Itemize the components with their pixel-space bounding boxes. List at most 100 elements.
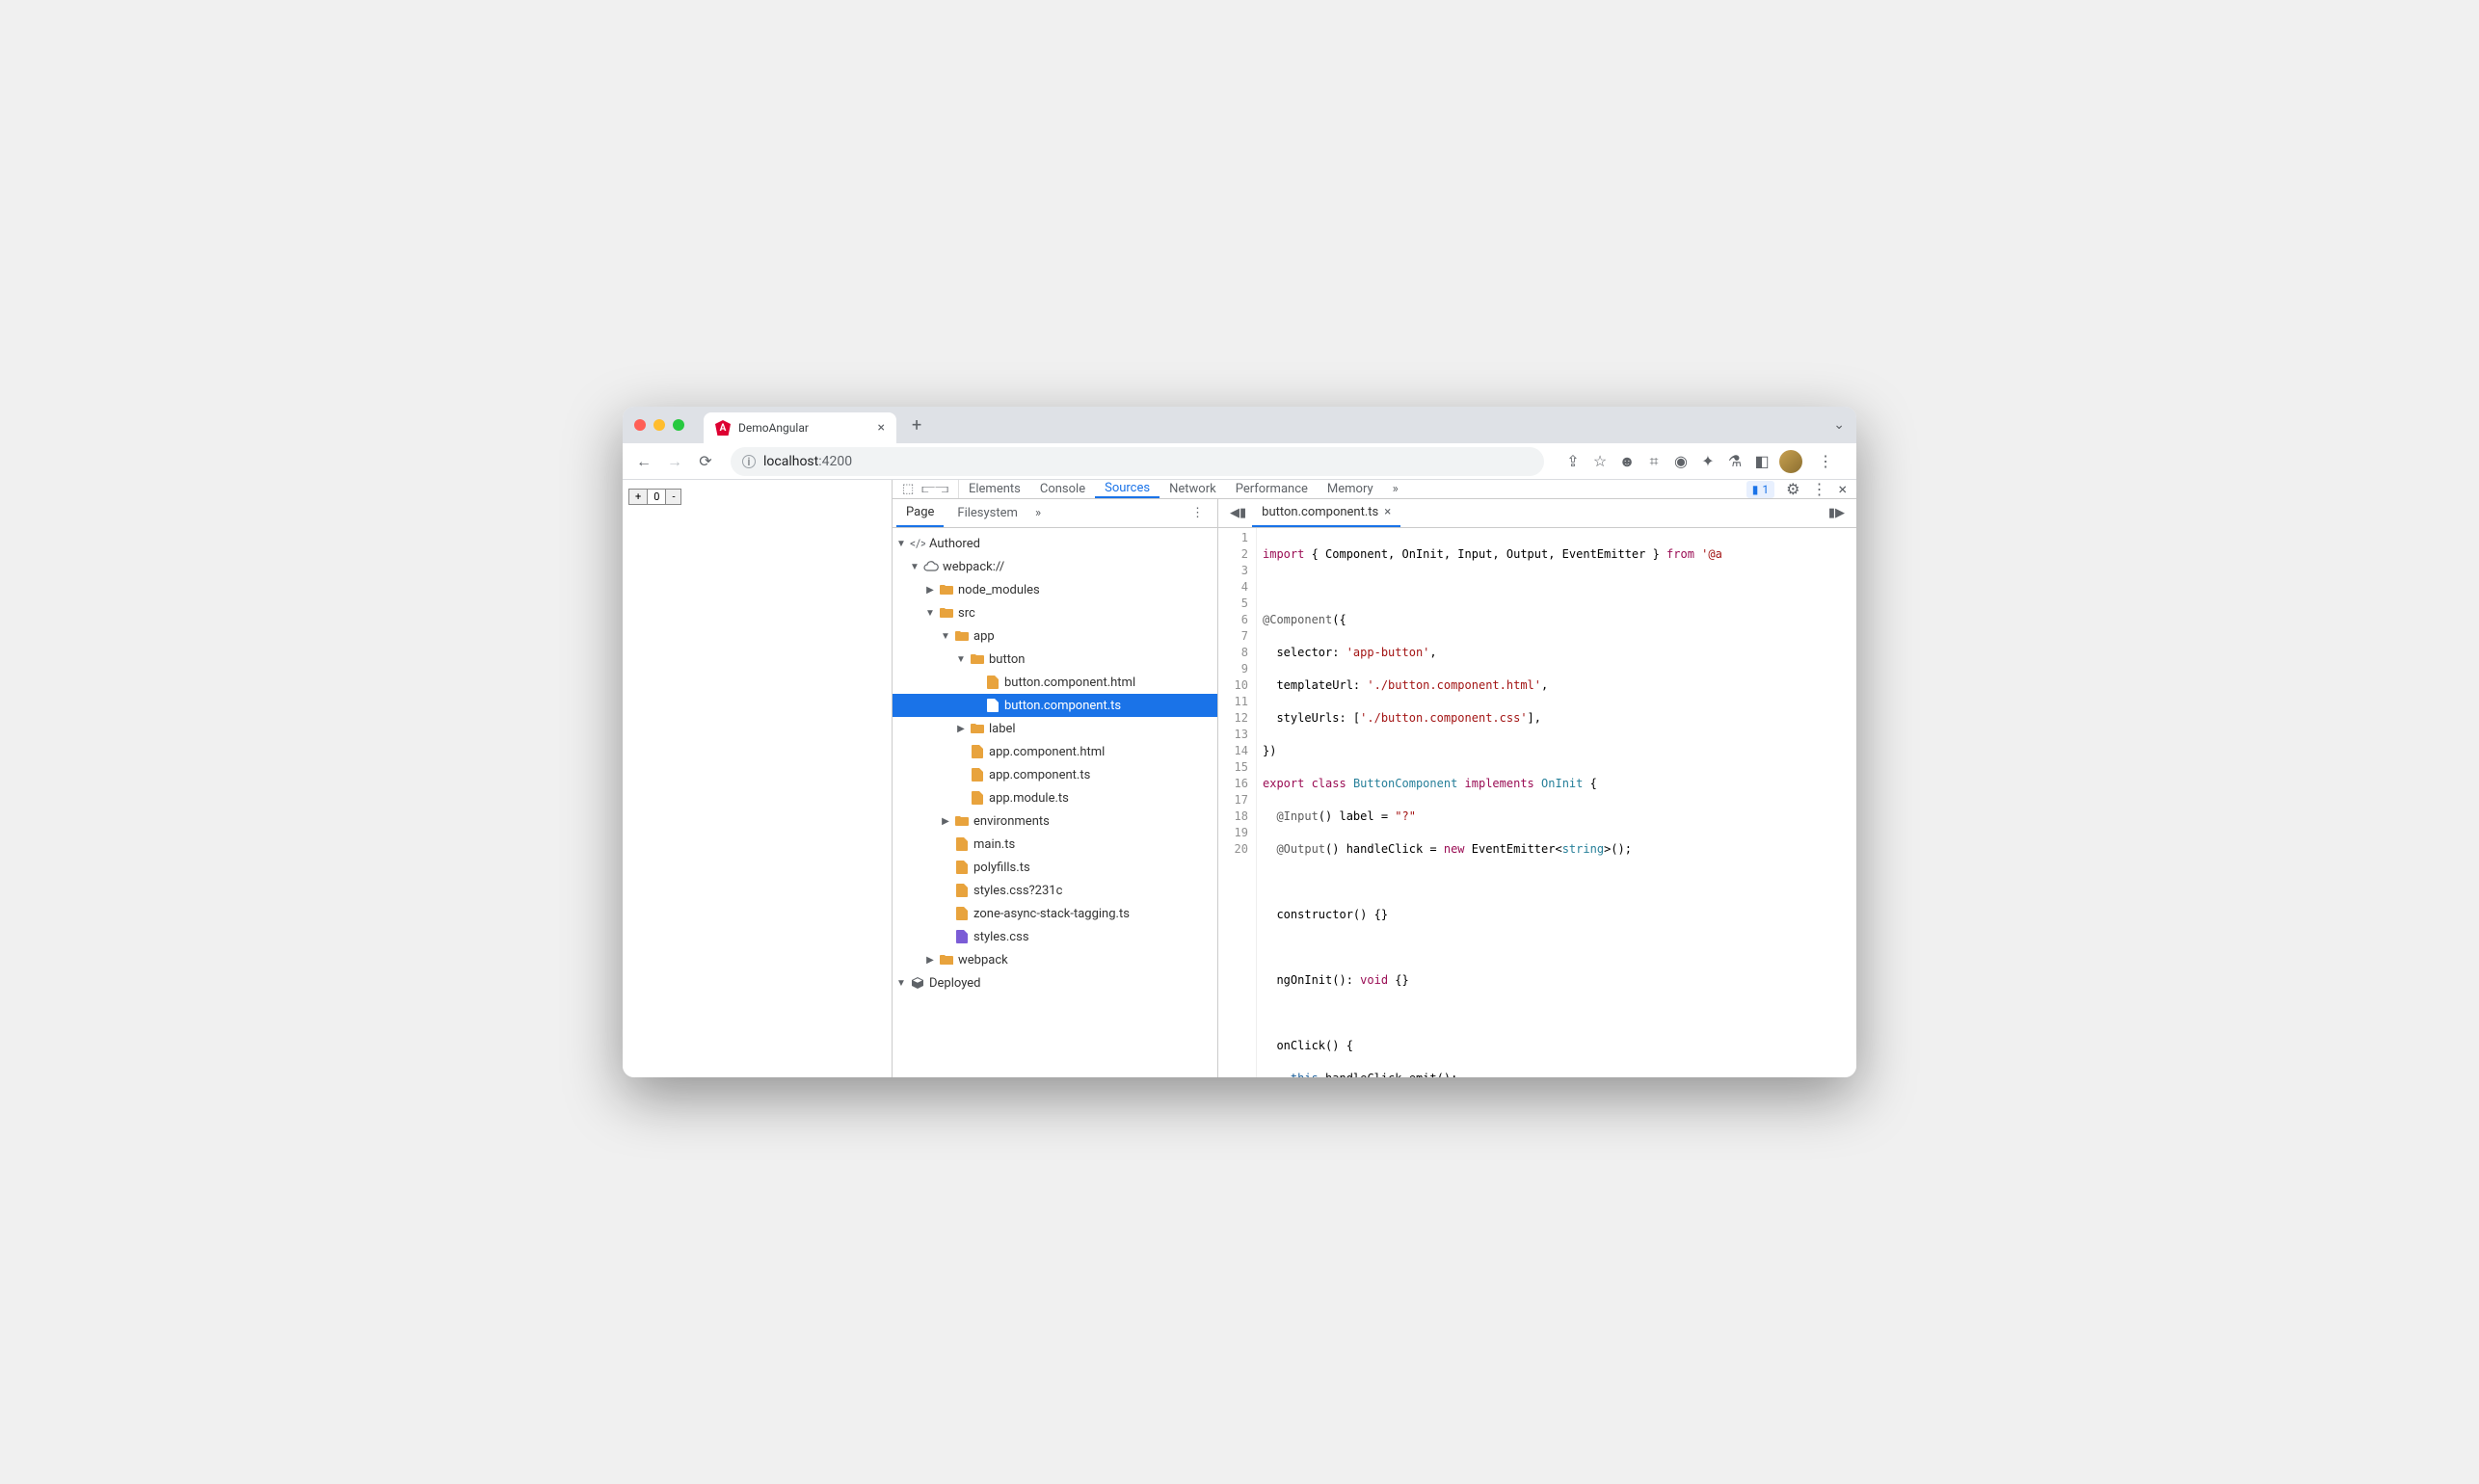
code-content: import { Component, OnInit, Input, Outpu… (1257, 528, 1856, 1077)
settings-gear-icon[interactable]: ⚙ (1786, 480, 1799, 498)
toolbar-icons: ⇪ ☆ ☻ ⌗ ◉ ✦ ⚗ ◧ ⋮ (1556, 450, 1849, 473)
tree-button-folder[interactable]: ▼ button (893, 648, 1217, 671)
editor-tab-close-icon[interactable]: × (1384, 505, 1391, 519)
devtools-menu-icon[interactable]: ⋮ (1811, 480, 1826, 498)
sources-sub-tabs: Page Filesystem » ⋮ (893, 499, 1217, 528)
device-toggle-icon[interactable]: ⫍⫎ (921, 482, 948, 496)
folder-icon (939, 952, 954, 967)
file-icon (954, 860, 970, 875)
tree-file-app-ts[interactable]: app.component.ts (893, 763, 1217, 786)
sources-tab-page[interactable]: Page (896, 499, 944, 527)
close-window-button[interactable] (634, 419, 646, 431)
tree-file-app-html[interactable]: app.component.html (893, 740, 1217, 763)
code-editor[interactable]: 1234567891011121314151617181920 import {… (1218, 528, 1856, 1077)
file-tree[interactable]: ▼ </> Authored ▼ webpack:/ (893, 528, 1217, 1077)
forward-button[interactable]: → (661, 448, 688, 475)
browser-menu-icon[interactable]: ⋮ (1810, 452, 1841, 470)
profile-avatar[interactable] (1779, 450, 1802, 473)
share-icon[interactable]: ⇪ (1563, 452, 1583, 471)
inspect-element-icon[interactable]: ⬚ (902, 482, 914, 496)
file-icon (954, 883, 970, 898)
folder-icon (939, 582, 954, 597)
counter-value: 0 (648, 490, 666, 504)
tree-file-polyfills[interactable]: polyfills.ts (893, 856, 1217, 879)
tree-file-app-module[interactable]: app.module.ts (893, 786, 1217, 809)
file-icon (970, 744, 985, 759)
bookmark-star-icon[interactable]: ☆ (1590, 452, 1610, 471)
labs-flask-icon[interactable]: ⚗ (1725, 452, 1745, 471)
titlebar: A DemoAngular × + ⌄ (623, 407, 1856, 443)
tabs-dropdown-icon[interactable]: ⌄ (1833, 417, 1845, 433)
tab-close-icon[interactable]: × (878, 420, 885, 436)
counter-minus-button[interactable]: - (666, 490, 680, 504)
tree-environments[interactable]: ▶ environments (893, 809, 1217, 833)
address-bar: ← → ⟳ i localhost:4200 ⇪ ☆ ☻ ⌗ ◉ ✦ ⚗ ◧ ⋮ (623, 443, 1856, 480)
file-icon (985, 675, 1000, 690)
file-icon (954, 836, 970, 852)
tree-file-zone[interactable]: zone-async-stack-tagging.ts (893, 902, 1217, 925)
issues-badge[interactable]: ▮1 (1746, 481, 1774, 498)
minimize-window-button[interactable] (653, 419, 665, 431)
tree-file-button-html[interactable]: button.component.html (893, 671, 1217, 694)
file-icon (970, 767, 985, 782)
tab-title: DemoAngular (738, 421, 809, 435)
extension-icon-3[interactable]: ◉ (1671, 452, 1691, 471)
folder-icon (970, 721, 985, 736)
authored-icon: </> (910, 536, 925, 551)
tree-file-main-ts[interactable]: main.ts (893, 833, 1217, 856)
site-info-icon[interactable]: i (742, 455, 756, 468)
tree-webpack-scheme[interactable]: ▼ webpack:// (893, 555, 1217, 578)
sources-tab-filesystem[interactable]: Filesystem (947, 499, 1027, 527)
counter-widget: + 0 - (628, 489, 681, 505)
tab-memory[interactable]: Memory (1318, 480, 1383, 498)
counter-plus-button[interactable]: + (629, 490, 648, 504)
url-host: localhost (763, 454, 818, 469)
extension-icon-1[interactable]: ☻ (1617, 452, 1637, 471)
devtools-panel: ⬚ ⫍⫎ Elements Console Sources Network Pe… (893, 480, 1856, 1077)
tab-performance[interactable]: Performance (1226, 480, 1318, 498)
file-icon (970, 790, 985, 806)
tree-file-styles-css[interactable]: styles.css (893, 925, 1217, 948)
angular-favicon: A (715, 420, 731, 436)
extensions-puzzle-icon[interactable]: ✦ (1698, 452, 1718, 471)
browser-tab[interactable]: A DemoAngular × (704, 412, 896, 443)
tab-sources[interactable]: Sources (1095, 480, 1160, 498)
folder-icon (970, 651, 985, 667)
url-field[interactable]: i localhost:4200 (731, 447, 1544, 476)
devtools-body: Page Filesystem » ⋮ ▼ </> Authored (893, 499, 1856, 1077)
tab-network[interactable]: Network (1160, 480, 1226, 498)
sources-options-icon[interactable]: ⋮ (1182, 506, 1213, 520)
tree-authored[interactable]: ▼ </> Authored (893, 532, 1217, 555)
tabs-overflow-icon[interactable]: » (1383, 480, 1408, 498)
sources-tabs-overflow-icon[interactable]: » (1035, 506, 1041, 520)
tab-console[interactable]: Console (1030, 480, 1095, 498)
sidepanel-icon[interactable]: ◧ (1752, 452, 1772, 471)
devtools-close-icon[interactable]: × (1838, 480, 1847, 498)
debugger-toggle-icon[interactable]: ▮▶ (1823, 506, 1851, 520)
folder-icon (954, 628, 970, 644)
tree-app[interactable]: ▼ app (893, 624, 1217, 648)
tree-webpack-folder[interactable]: ▶ webpack (893, 948, 1217, 971)
back-button[interactable]: ← (630, 448, 657, 475)
new-tab-button[interactable]: + (904, 415, 929, 436)
page-viewport: + 0 - (623, 480, 893, 1077)
folder-icon (939, 605, 954, 621)
editor-tab-active[interactable]: button.component.ts × (1252, 499, 1400, 527)
tab-elements[interactable]: Elements (959, 480, 1030, 498)
navigator-toggle-icon[interactable]: ◀▮ (1224, 506, 1252, 520)
browser-window: A DemoAngular × + ⌄ ← → ⟳ i localhost:42… (623, 407, 1856, 1077)
tree-node-modules[interactable]: ▶ node_modules (893, 578, 1217, 601)
extension-icon-2[interactable]: ⌗ (1644, 452, 1664, 471)
maximize-window-button[interactable] (673, 419, 684, 431)
tree-file-styles-q[interactable]: styles.css?231c (893, 879, 1217, 902)
file-icon (954, 929, 970, 944)
tree-deployed[interactable]: ▼ Deployed (893, 971, 1217, 994)
folder-icon (954, 813, 970, 829)
reload-button[interactable]: ⟳ (692, 448, 719, 475)
url-port: :4200 (818, 454, 852, 469)
editor-tabs: ◀▮ button.component.ts × ▮▶ (1218, 499, 1856, 528)
tree-src[interactable]: ▼ src (893, 601, 1217, 624)
tree-label-folder[interactable]: ▶ label (893, 717, 1217, 740)
tree-file-button-ts[interactable]: button.component.ts (893, 694, 1217, 717)
line-gutter: 1234567891011121314151617181920 (1218, 528, 1257, 1077)
